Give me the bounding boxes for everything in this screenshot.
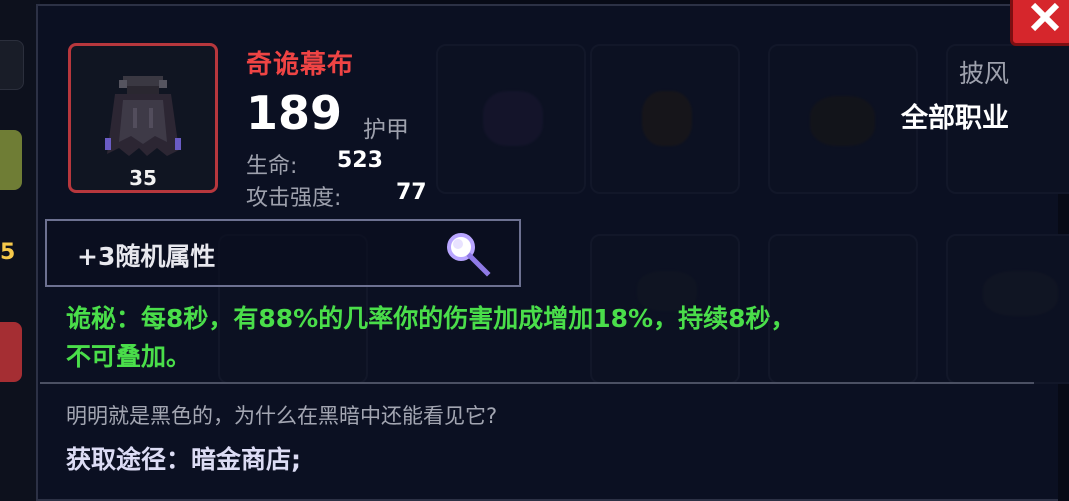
background-slot [436,44,586,194]
side-slot-red[interactable] [0,322,22,382]
armor-value: 189 [246,86,343,140]
background-slot [768,44,918,194]
background-slot [590,44,740,194]
inventory-left-edge: 5 [0,0,40,501]
side-slot-green[interactable] [0,130,22,190]
special-effect-text: 诡秘：每8秒，有88%的几率你的伤害加成增加18%，持续8秒， 不可叠加。 [66,300,1026,376]
item-icon-frame: 35 [68,43,218,193]
divider [40,382,1034,384]
equipment-slot-type: 披风 [958,59,1009,88]
stat-label-health: 生命: [246,154,298,179]
close-button[interactable] [1010,0,1069,46]
stat-label-attack: 攻击强度: [246,186,342,211]
magnifier-icon[interactable] [439,229,495,281]
effect-line-2: 不可叠加。 [66,342,192,371]
item-level: 35 [129,166,157,190]
random-attributes-box[interactable]: +3随机属性 [45,219,521,287]
class-requirement: 全部职业 [901,103,1009,134]
stat-value-health: 523 [337,148,383,173]
effect-line-1: 诡秘：每8秒，有88%的几率你的伤害加成增加18%，持续8秒， [66,304,796,333]
dark-cloak-icon [105,76,181,156]
flavor-text: 明明就是黑色的，为什么在黑暗中还能看见它? [66,404,498,428]
acquisition-source: 获取途径：暗金商店; [66,445,301,474]
armor-label: 护甲 [363,117,409,143]
random-attributes-label: +3随机属性 [77,242,216,271]
side-slot[interactable] [0,40,24,90]
stat-value-attack: 77 [396,180,427,205]
side-badge: 5 [0,240,16,265]
close-x-icon [1030,3,1060,32]
item-name: 奇诡幕布 [246,50,355,80]
